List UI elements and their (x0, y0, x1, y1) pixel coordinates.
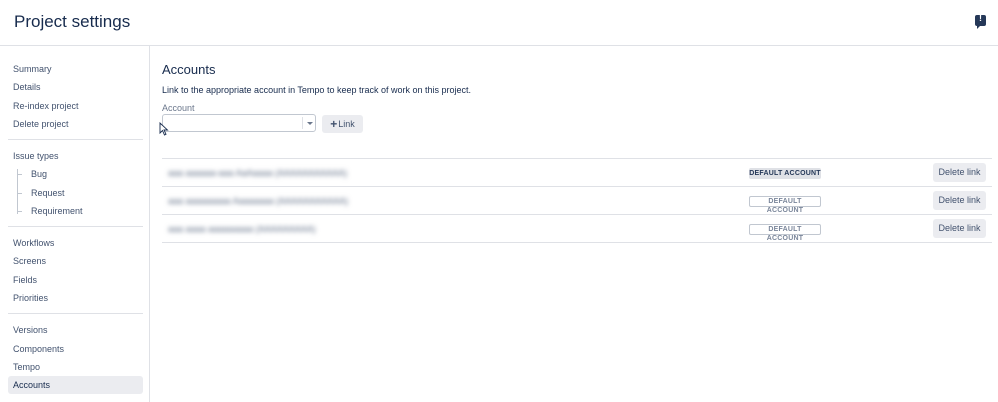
default-account-badge: DEFAULT ACCOUNT (749, 168, 821, 179)
account-select[interactable] (162, 114, 316, 132)
feedback-icon[interactable]: ! (975, 13, 986, 29)
chevron-down-icon[interactable] (307, 122, 313, 125)
page-header: Project settings ! (0, 0, 998, 46)
sidebar-item-summary[interactable]: Summary (8, 60, 143, 78)
sidebar-item-accounts[interactable]: Accounts (8, 376, 143, 394)
sidebar-item-reindex-project[interactable]: Re-index project (8, 97, 143, 115)
tree-tick (17, 193, 22, 194)
account-name: aaa aaaaaa-aaa AaAaaaa (AAAAAAAAAAA) (168, 168, 348, 178)
link-account-button[interactable]: +Link (322, 115, 363, 133)
sidebar-item-workflows[interactable]: Workflows (8, 234, 143, 252)
delete-link-button[interactable]: Delete link (933, 191, 986, 210)
delete-link-button[interactable]: Delete link (933, 219, 986, 238)
sidebar-item-components[interactable]: Components (8, 340, 143, 358)
delete-link-button[interactable]: Delete link (933, 163, 986, 182)
sidebar-item-fields[interactable]: Fields (8, 271, 143, 289)
page-title: Project settings (14, 12, 131, 31)
sidebar-item-requirement[interactable]: Requirement (26, 202, 143, 220)
sidebar-item-delete-project[interactable]: Delete project (8, 115, 143, 133)
account-name: aaa aaaa aaaaaaaaa (AAAAAAAAA) (168, 224, 316, 234)
sidebar-divider (8, 139, 143, 140)
sidebar-item-issue-types[interactable]: Issue types (8, 147, 143, 165)
sidebar-item-priorities[interactable]: Priorities (8, 289, 143, 307)
sidebar-item-bug[interactable]: Bug (26, 165, 143, 183)
feedback-glyph: ! (979, 13, 982, 23)
plus-icon: + (330, 117, 338, 131)
set-default-account-badge[interactable]: DEFAULT ACCOUNT (749, 224, 821, 242)
sidebar-item-screens[interactable]: Screens (8, 252, 143, 270)
section-title: Accounts (162, 62, 216, 77)
sidebar-item-details[interactable]: Details (8, 78, 143, 96)
set-default-account-badge[interactable]: DEFAULT ACCOUNT (749, 196, 821, 214)
tree-tick (17, 211, 22, 212)
table-row: aaa aaaaaa-aaa AaAaaaa (AAAAAAAAAAA) DEF… (162, 159, 992, 187)
mouse-cursor-icon (159, 122, 169, 136)
select-divider (302, 117, 303, 129)
tree-tick (17, 174, 22, 175)
sidebar-divider (8, 313, 143, 314)
table-row: aaa aaaa aaaaaaaaa (AAAAAAAAA) DEFAULT A… (162, 215, 992, 243)
sidebar: Summary Details Re-index project Delete … (0, 46, 150, 402)
account-name: aaa aaaaaaaaa Aaaaaaaa (AAAAAAAAAAA) (168, 196, 349, 206)
accounts-table: aaa aaaaaa-aaa AaAaaaa (AAAAAAAAAAA) DEF… (162, 158, 992, 243)
sidebar-item-versions[interactable]: Versions (8, 321, 143, 339)
account-field-label: Account (162, 103, 195, 113)
sidebar-item-request[interactable]: Request (26, 184, 143, 202)
sidebar-item-tempo[interactable]: Tempo (8, 358, 143, 376)
tree-line (17, 169, 18, 214)
section-description: Link to the appropriate account in Tempo… (162, 85, 472, 95)
table-row: aaa aaaaaaaaa Aaaaaaaa (AAAAAAAAAAA) DEF… (162, 187, 992, 215)
sidebar-divider (8, 226, 143, 227)
link-button-label: Link (338, 119, 355, 129)
